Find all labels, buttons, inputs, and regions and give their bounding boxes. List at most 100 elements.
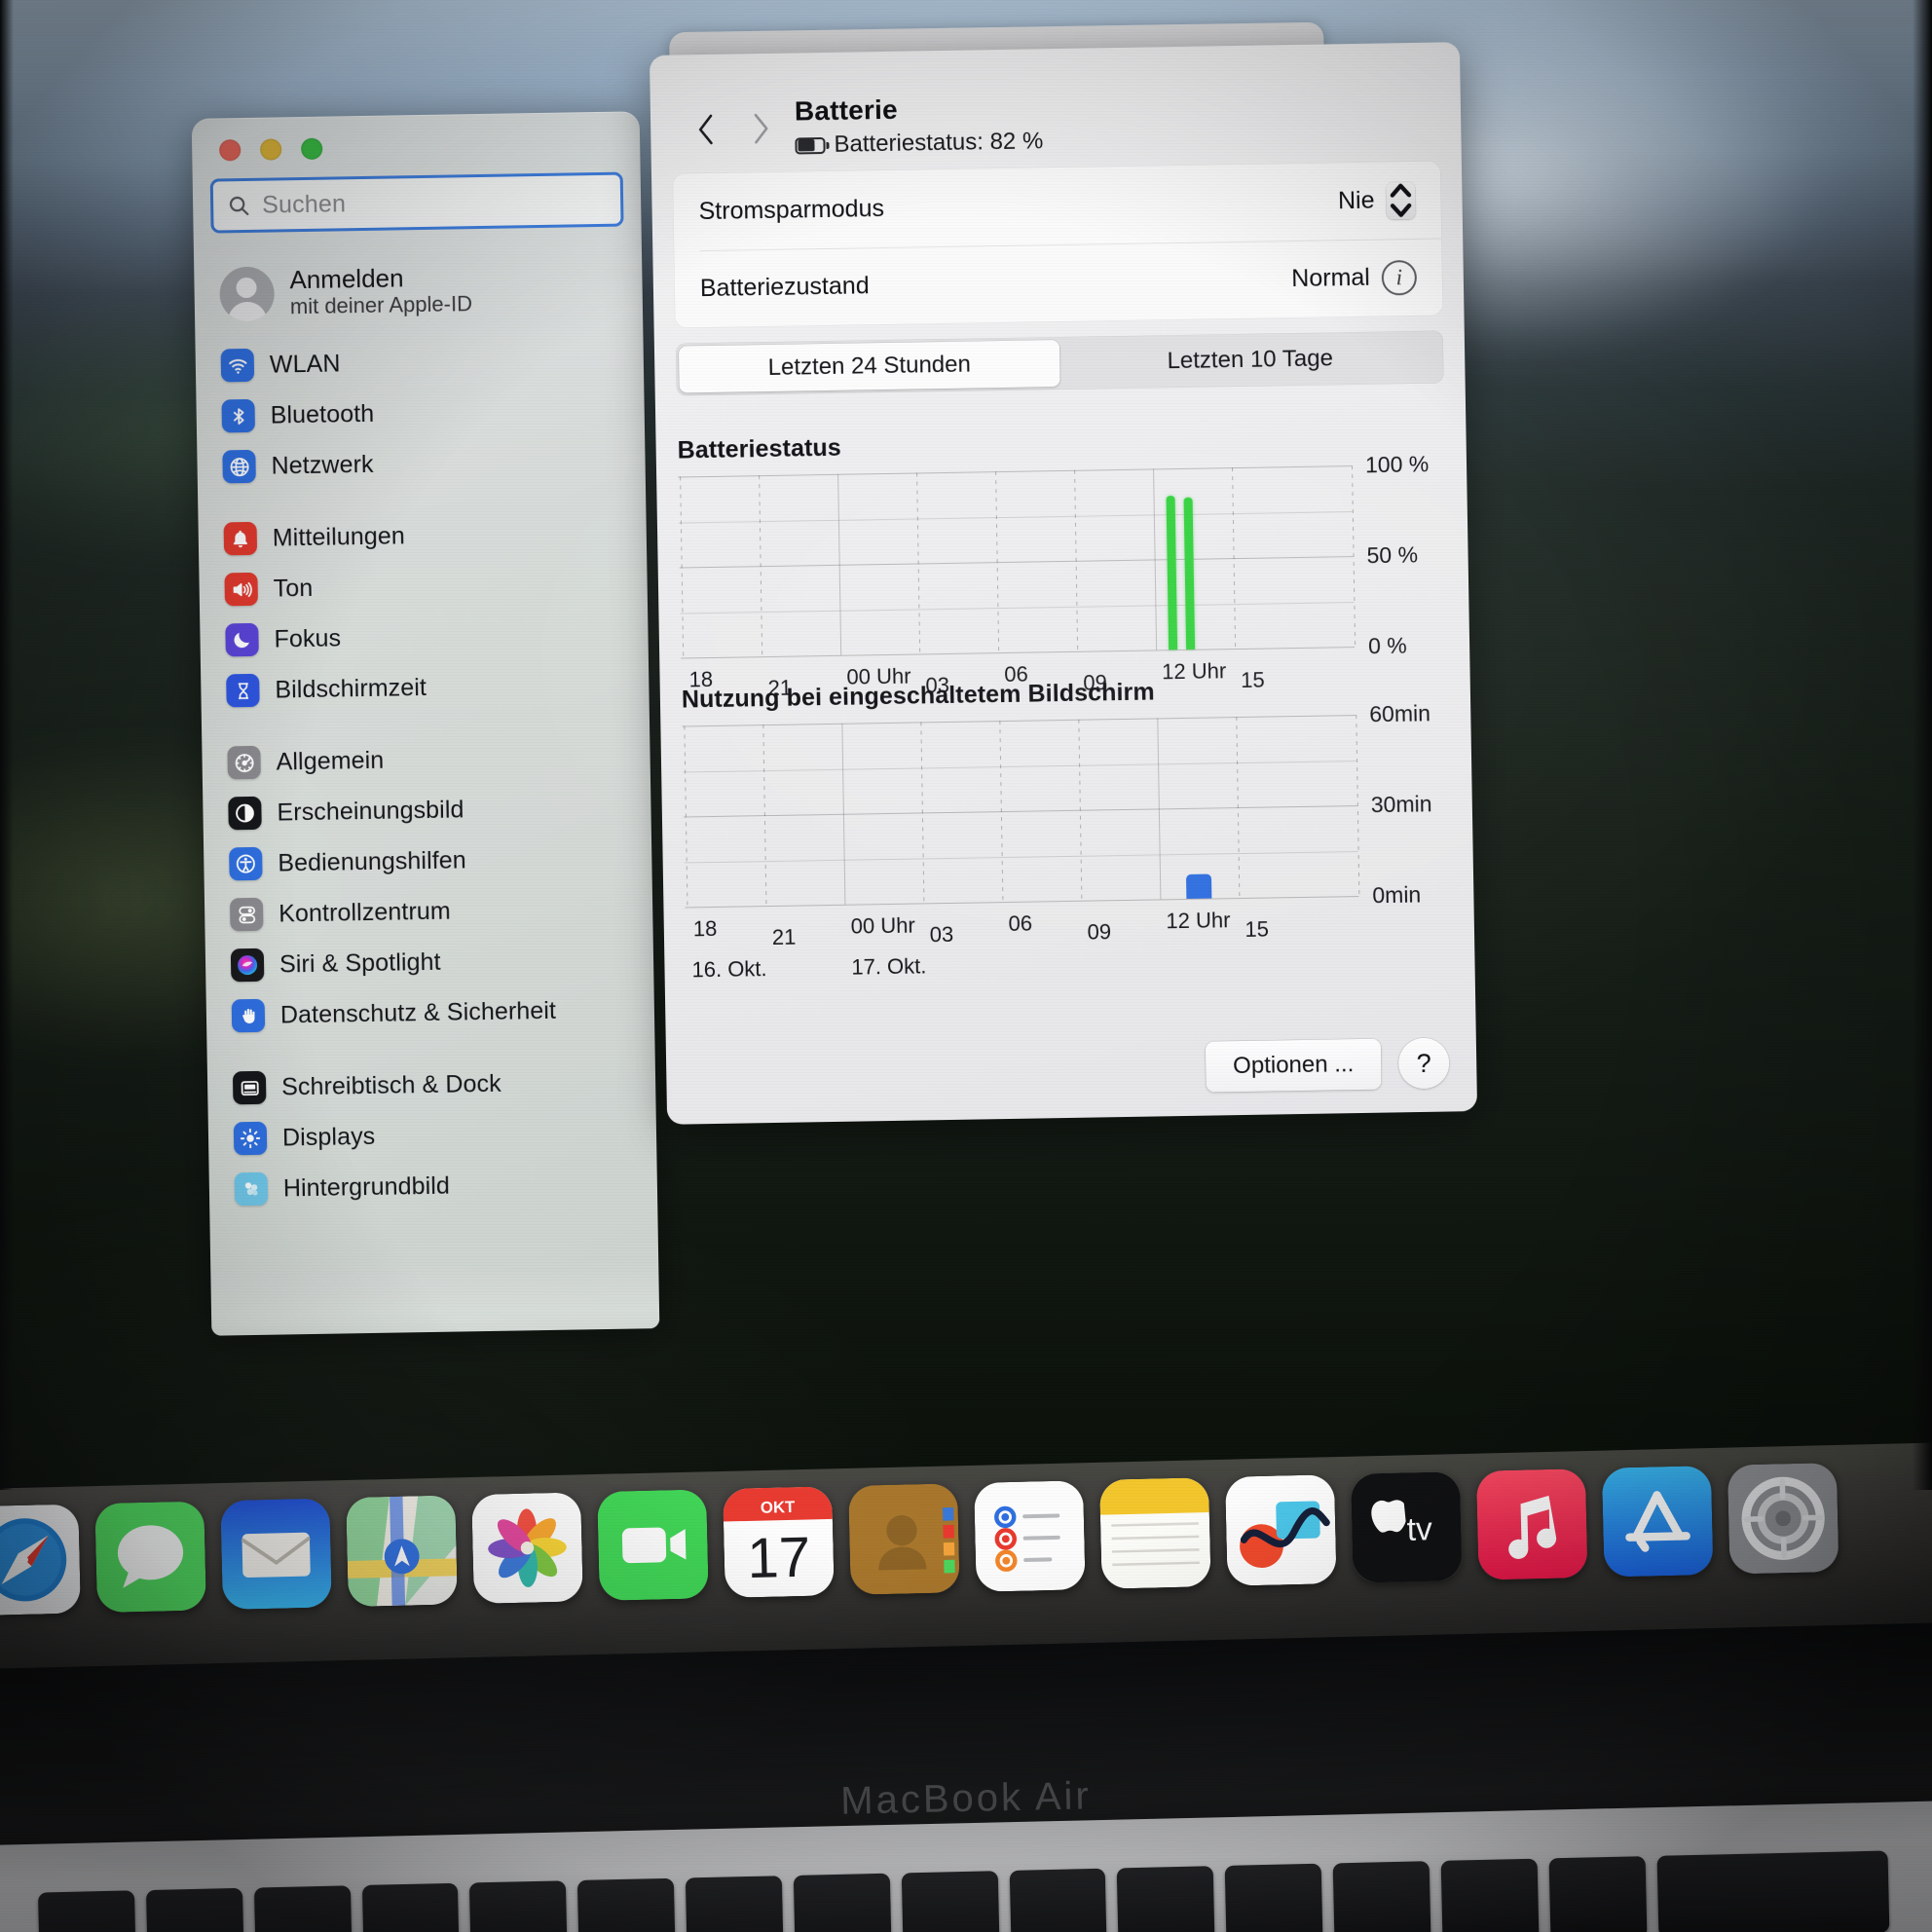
dock-item-safari[interactable] <box>0 1505 81 1616</box>
x-axis-tick-label: 03 <box>929 921 954 947</box>
sidebar-item-fokus[interactable]: Fokus <box>213 608 643 665</box>
control-center-icon <box>229 897 264 932</box>
dock-item-freeform[interactable] <box>1225 1474 1337 1586</box>
sidebar-item-displays[interactable]: Displays <box>222 1106 651 1164</box>
minimize-button[interactable] <box>260 138 282 161</box>
globe-icon <box>222 449 256 484</box>
sidebar-item-label: Bedienungshilfen <box>278 845 466 877</box>
sidebar-item-netzwerk[interactable]: Netzwerk <box>210 434 640 492</box>
dock-item-music[interactable] <box>1476 1468 1588 1580</box>
moon-icon <box>225 622 259 657</box>
tab-last-24-hours[interactable]: Letzten 24 Stunden <box>678 340 1060 393</box>
low-power-mode-row[interactable]: Stromsparmodus Nie <box>673 162 1441 251</box>
battery-health-row[interactable]: Batteriezustand Normal i <box>674 238 1442 328</box>
sidebar-item-ton[interactable]: Ton <box>212 557 642 614</box>
dock-item-notes[interactable] <box>1099 1477 1211 1589</box>
battery-status-line: Batteriestatus: 82 % <box>795 128 1043 159</box>
sidebar-item-label: Bildschirmzeit <box>275 673 427 704</box>
sidebar-item-datenschutz-sicherheit[interactable]: Datenschutz & Sicherheit <box>220 984 650 1041</box>
gridline-horizontal <box>680 601 1355 614</box>
x-axis-tick-label: 12 Uhr <box>1166 908 1231 934</box>
close-button[interactable] <box>219 139 242 162</box>
dock-item-photos[interactable] <box>471 1492 583 1604</box>
apple-id-signin-row[interactable]: Anmelden mit deiner Apple-ID <box>209 250 629 331</box>
y-axis-tick-label: 30min <box>1370 791 1432 818</box>
x-axis-tick-label: 09 <box>1087 919 1112 945</box>
navigation-arrows <box>695 110 772 148</box>
sidebar-item-hintergrundbild[interactable]: Hintergrundbild <box>222 1157 651 1214</box>
zoom-button[interactable] <box>301 137 323 161</box>
dock-item-appletv[interactable]: tv <box>1351 1471 1463 1583</box>
battery-settings-window: Batterie Batteriestatus: 82 % Stromsparm… <box>649 42 1478 1125</box>
dock-item-appstore[interactable] <box>1602 1466 1714 1578</box>
help-button[interactable]: ? <box>1397 1037 1450 1090</box>
sidebar-item-wlan[interactable]: WLAN <box>208 333 638 390</box>
keyboard-key <box>1224 1863 1323 1932</box>
apple-id-text: Anmelden mit deiner Apple-ID <box>289 263 472 320</box>
sidebar-item-allgemein[interactable]: Allgemein <box>215 730 645 788</box>
macbook-model-label: MacBook Air <box>839 1774 1093 1823</box>
battery-icon <box>795 136 830 155</box>
wallpaper-icon <box>234 1171 269 1207</box>
search-icon <box>227 194 250 217</box>
dock-item-reminders[interactable] <box>974 1480 1086 1592</box>
sidebar-item-bluetooth[interactable]: Bluetooth <box>209 384 639 441</box>
search-placeholder: Suchen <box>261 189 347 219</box>
wifi-icon <box>220 348 255 383</box>
sidebar-group-2: Allgemein Erscheinungsbild Bedienungshilfe… <box>215 730 649 1041</box>
sidebar-item-label: Hintergrundbild <box>282 1171 451 1202</box>
chevron-updown-icon[interactable] <box>1386 181 1416 219</box>
sidebar-item-mitteilungen[interactable]: Mitteilungen <box>211 506 641 564</box>
screen-edge-right <box>1913 0 1932 1490</box>
dock-item-calendar[interactable]: OKT 17 <box>723 1486 835 1598</box>
sidebar-item-kontrollzentrum[interactable]: Kontrollzentrum <box>218 882 648 940</box>
pane-header: Batterie Batteriestatus: 82 % <box>650 73 1461 176</box>
options-button[interactable]: Optionen ... <box>1205 1038 1382 1093</box>
dock-item-mail[interactable] <box>220 1498 332 1610</box>
battery-level-chart[interactable]: 0 % 50 % 100 % <box>678 451 1448 659</box>
brightness-icon <box>233 1121 268 1156</box>
time-range-segmented-control[interactable]: Letzten 24 Stunden Letzten 10 Tage <box>675 330 1444 396</box>
gridline-horizontal <box>684 850 1358 863</box>
chevron-right-icon[interactable] <box>750 110 772 147</box>
gear-icon <box>227 745 261 780</box>
x-axis-tick-label: 00 Uhr <box>850 912 915 939</box>
tab-last-10-days[interactable]: Letzten 10 Tage <box>1059 334 1441 387</box>
x-axis-tick-label: 18 <box>692 915 718 942</box>
sidebar-item-bildschirmzeit[interactable]: Bildschirmzeit <box>214 658 644 716</box>
low-power-mode-value: Nie <box>1337 186 1375 215</box>
gridline-vertical <box>1356 715 1360 897</box>
battery-level-chart-block: Batteriestatus 0 % 50 % 100 % 18 21 00 Uhr 03… <box>677 424 1448 704</box>
gridline-horizontal <box>682 715 1356 727</box>
dock-item-messages[interactable] <box>94 1501 206 1613</box>
sidebar-item-erscheinungsbild[interactable]: Erscheinungsbild <box>216 781 646 838</box>
battery-settings-group: Stromsparmodus Nie Batteriezustand Norma… <box>672 161 1443 328</box>
apple-id-subtitle: mit deiner Apple-ID <box>289 291 473 319</box>
gridline-horizontal <box>678 465 1353 478</box>
keyboard-key <box>901 1871 1000 1932</box>
info-icon[interactable]: i <box>1381 259 1418 296</box>
siri-icon <box>230 947 265 983</box>
keyboard-key <box>37 1890 136 1932</box>
search-field[interactable]: Suchen <box>209 171 624 234</box>
chart-bar <box>1185 873 1211 899</box>
x-axis-tick-label: 15 <box>1245 916 1270 942</box>
gridline-horizontal <box>679 556 1354 569</box>
dock-item-facetime[interactable] <box>597 1489 709 1601</box>
dock-item-systemsettings[interactable] <box>1728 1463 1839 1575</box>
sidebar-item-bedienungshilfen[interactable]: Bedienungshilfen <box>217 832 647 889</box>
dock-item-contacts[interactable] <box>848 1483 960 1595</box>
gridline-vertical <box>1352 465 1356 648</box>
chevron-left-icon[interactable] <box>695 111 718 148</box>
y-axis-tick-label: 50 % <box>1366 541 1419 569</box>
screen-on-usage-chart[interactable]: 0min 30min 60min <box>682 700 1452 909</box>
sidebar-item-label: Datenschutz & Sicherheit <box>279 996 557 1029</box>
sidebar-item-siri-spotlight[interactable]: Siri & Spotlight <box>219 933 649 990</box>
sidebar-item-schreibtisch-dock[interactable]: Schreibtisch & Dock <box>221 1056 650 1113</box>
battery-health-value: Normal <box>1291 263 1371 293</box>
keyboard-key <box>253 1885 353 1932</box>
hourglass-icon <box>226 673 260 708</box>
keyboard-key <box>1548 1856 1648 1932</box>
x-axis-tick-label: 21 <box>771 924 797 950</box>
dock-item-maps[interactable] <box>346 1495 458 1608</box>
